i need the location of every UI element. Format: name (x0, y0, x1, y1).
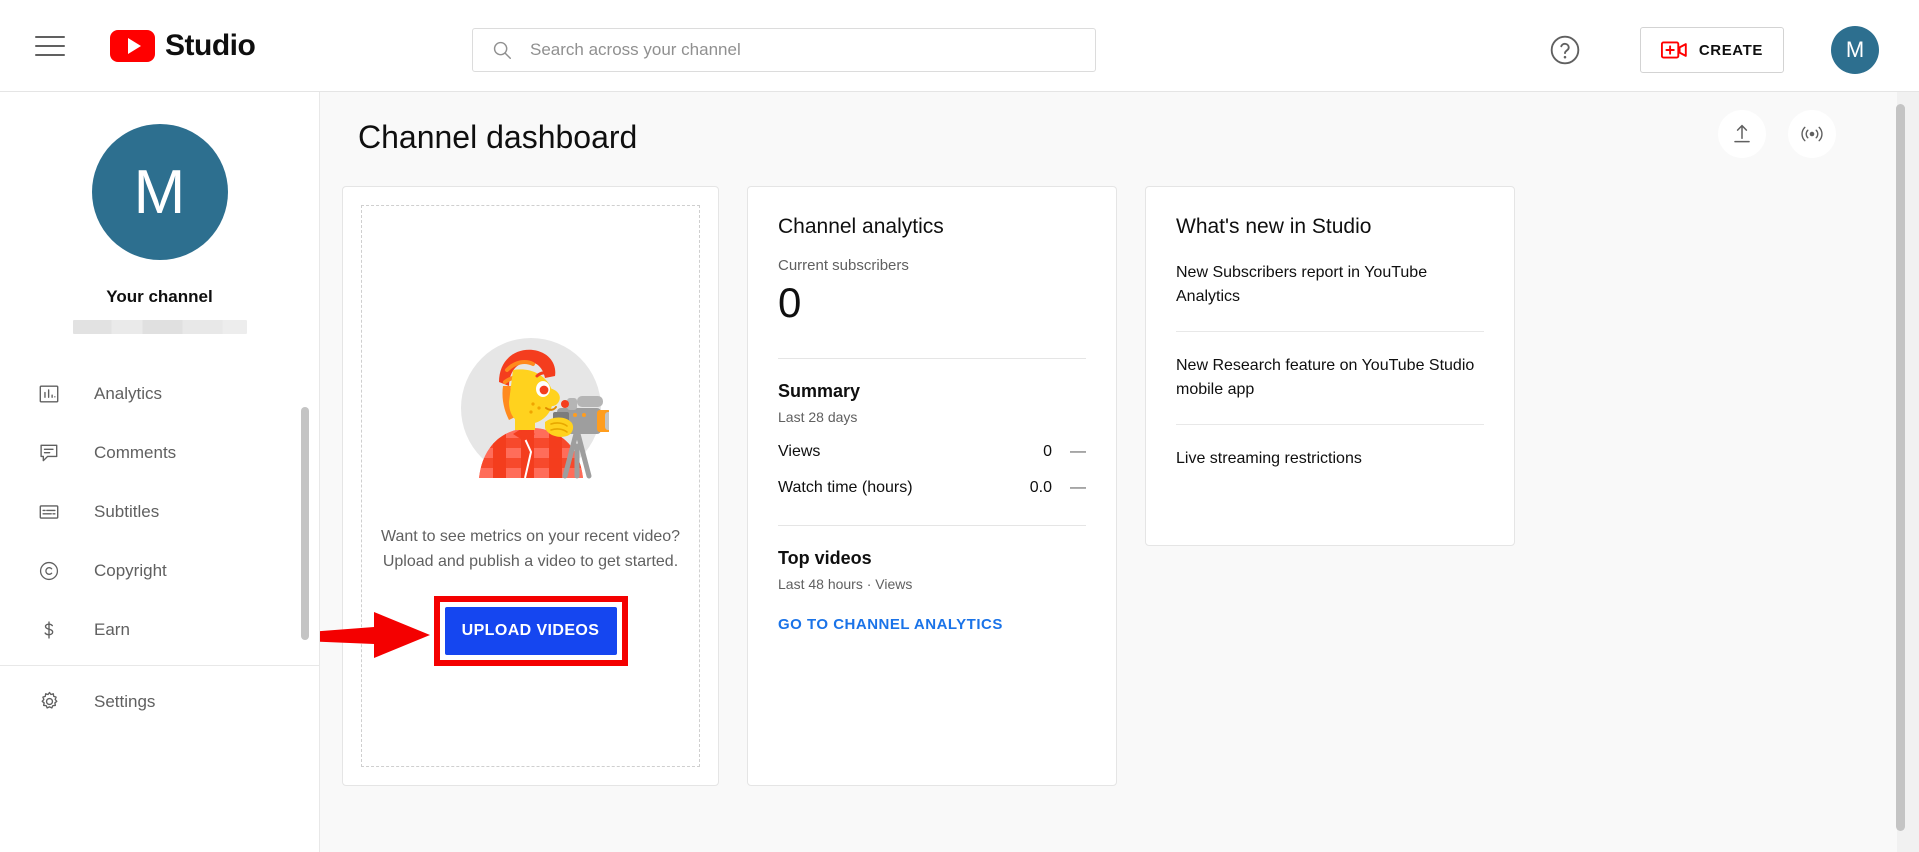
copyright-icon (30, 556, 68, 586)
brand-label: Studio (165, 29, 255, 63)
bar-chart-icon (30, 379, 68, 409)
top-bar: Studio CREATE M (0, 0, 1919, 92)
account-avatar[interactable]: M (1831, 26, 1879, 74)
channel-analytics-card: Channel analytics Current subscribers 0 … (747, 186, 1117, 786)
whats-new-card: What's new in Studio New Subscribers rep… (1145, 186, 1515, 546)
red-arrow-annotation-icon (320, 606, 439, 664)
channel-handle-redacted (73, 320, 247, 334)
search-bar[interactable] (472, 28, 1096, 72)
create-button[interactable]: CREATE (1640, 27, 1784, 73)
help-icon[interactable] (1549, 34, 1581, 66)
account-avatar-letter: M (1846, 37, 1864, 63)
upload-card: Want to see metrics on your recent video… (342, 186, 719, 786)
channel-avatar[interactable]: M (92, 124, 228, 260)
whats-new-title: What's new in Studio (1176, 215, 1484, 239)
youtube-studio-logo[interactable]: Studio (110, 29, 255, 63)
metric-name: Views (778, 443, 1043, 461)
sidebar: M Your channel Analytics (0, 92, 320, 852)
go-live-button[interactable] (1788, 110, 1836, 158)
promo-line-1: Want to see metrics on your recent video… (381, 524, 680, 549)
metric-delta: — (1070, 443, 1086, 461)
sidebar-item-label: Earn (94, 620, 130, 640)
metric-value: 0 (1043, 443, 1052, 461)
divider (778, 358, 1086, 359)
sidebar-item-subtitles[interactable]: Subtitles (0, 482, 319, 541)
upload-video-button[interactable] (1718, 110, 1766, 158)
broadcast-icon (1799, 122, 1825, 146)
divider (778, 525, 1086, 526)
news-item[interactable]: New Research feature on YouTube Studio m… (1176, 332, 1484, 424)
gear-icon (30, 687, 68, 717)
comment-icon (30, 438, 68, 468)
metric-delta: — (1070, 479, 1086, 497)
sidebar-item-earn[interactable]: Earn (0, 600, 319, 659)
upload-button-highlight-annotation: UPLOAD VIDEOS (434, 596, 628, 666)
youtube-play-icon (110, 30, 155, 62)
video-plus-icon (1661, 40, 1687, 60)
dashboard-cards: Want to see metrics on your recent video… (342, 186, 1515, 786)
upload-promo-text: Want to see metrics on your recent video… (381, 524, 680, 574)
sidebar-nav: Analytics Comments Sub (0, 364, 319, 731)
sidebar-item-copyright[interactable]: Copyright (0, 541, 319, 600)
hamburger-menu-icon[interactable] (35, 34, 65, 58)
sidebar-item-label: Subtitles (94, 502, 159, 522)
current-subscribers-label: Current subscribers (778, 257, 1086, 274)
metric-row: Views 0 — (778, 443, 1086, 461)
sidebar-item-comments[interactable]: Comments (0, 423, 319, 482)
news-item[interactable]: Live streaming restrictions (1176, 425, 1484, 493)
channel-name-label: Your channel (106, 287, 212, 307)
creator-with-camera-illustration (453, 326, 609, 482)
channel-avatar-letter: M (134, 157, 186, 228)
metric-row: Watch time (hours) 0.0 — (778, 479, 1086, 497)
sidebar-item-label: Comments (94, 443, 176, 463)
sidebar-item-analytics[interactable]: Analytics (0, 364, 319, 423)
metric-name: Watch time (hours) (778, 479, 1030, 497)
current-subscribers-value: 0 (778, 276, 1086, 330)
top-videos-title: Top videos (778, 548, 1086, 569)
top-videos-period: Last 48 hours · Views (778, 576, 1086, 592)
summary-title: Summary (778, 381, 1086, 402)
search-icon (491, 39, 513, 61)
app-root: Studio CREATE M (0, 0, 1919, 852)
upload-arrow-icon (1730, 122, 1754, 146)
subtitles-icon (30, 497, 68, 527)
upload-dropzone[interactable]: Want to see metrics on your recent video… (361, 205, 700, 767)
sidebar-divider (0, 665, 319, 666)
news-item[interactable]: New Subscribers report in YouTube Analyt… (1176, 239, 1484, 331)
upload-videos-button[interactable]: UPLOAD VIDEOS (445, 607, 617, 655)
sidebar-scrollbar-thumb[interactable] (301, 407, 309, 640)
sidebar-item-label: Copyright (94, 561, 167, 581)
create-button-label: CREATE (1699, 42, 1763, 59)
main-scrollbar-thumb[interactable] (1896, 104, 1905, 831)
dollar-icon (30, 615, 68, 645)
channel-summary: M Your channel (0, 92, 319, 334)
page-title: Channel dashboard (358, 119, 637, 156)
go-to-channel-analytics-link[interactable]: GO TO CHANNEL ANALYTICS (778, 616, 1003, 633)
promo-line-2: Upload and publish a video to get starte… (381, 549, 680, 574)
sidebar-item-label: Settings (94, 692, 155, 712)
sidebar-item-label: Analytics (94, 384, 162, 404)
summary-period: Last 28 days (778, 409, 1086, 425)
analytics-card-title: Channel analytics (778, 215, 1086, 239)
main-content: Channel dashboard (320, 92, 1898, 852)
search-input[interactable] (530, 40, 1050, 60)
metric-value: 0.0 (1030, 479, 1052, 497)
sidebar-item-settings[interactable]: Settings (0, 672, 319, 731)
